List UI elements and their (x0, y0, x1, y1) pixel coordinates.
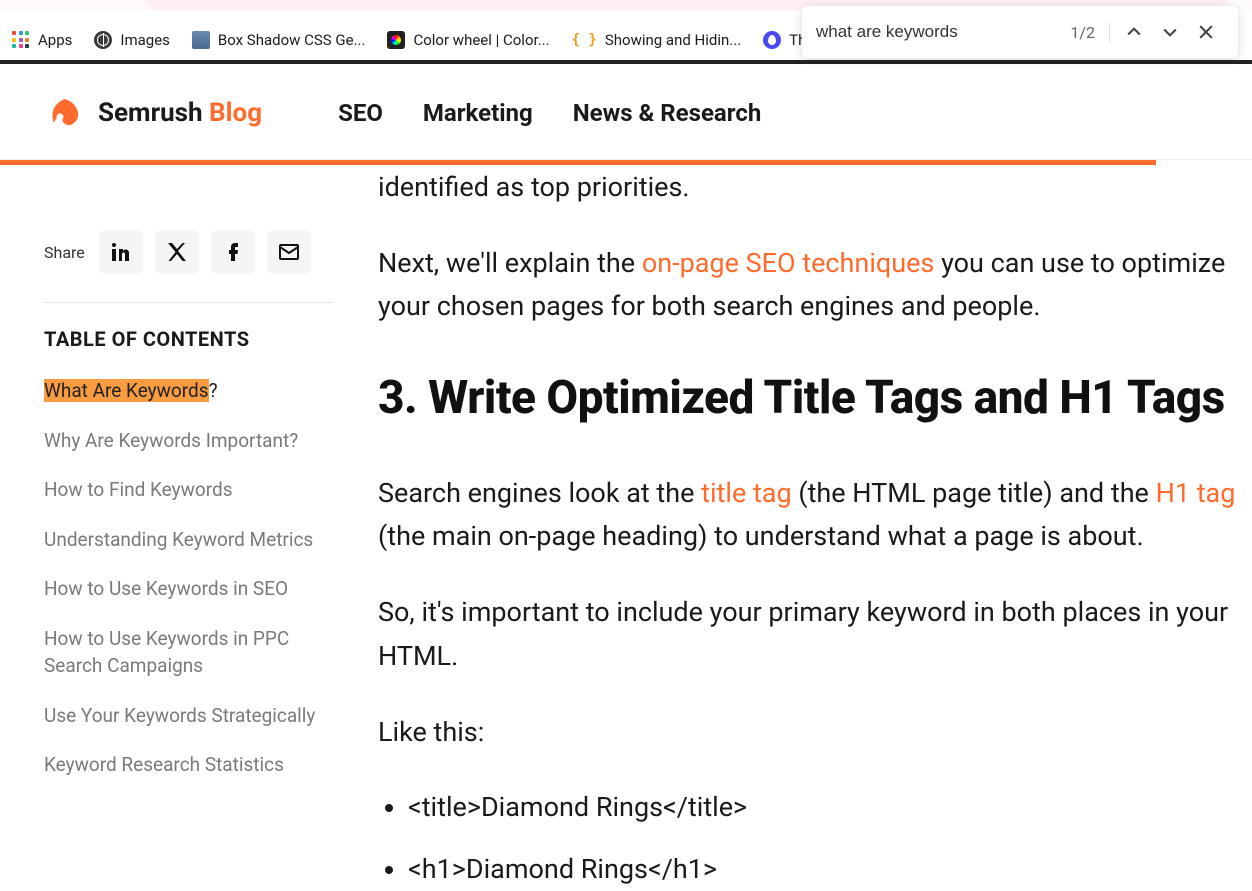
bookmark-showing-label: Showing and Hidin... (605, 31, 741, 49)
find-count: 1/2 (1070, 23, 1110, 42)
share-facebook-button[interactable] (211, 230, 255, 274)
toc-title: TABLE OF CONTENTS (44, 327, 334, 351)
color-wheel-icon (387, 31, 405, 49)
article-paragraph-fragment: identified as top priorities. (378, 166, 1252, 210)
toc-item-use-strategically[interactable]: Use Your Keywords Strategically (44, 702, 334, 730)
find-close-button[interactable] (1188, 16, 1224, 48)
site-header: Semrush Blog SEO Marketing News & Resear… (0, 66, 1252, 160)
article-text: (the main on-page heading) to understand… (378, 520, 1144, 552)
share-linkedin-button[interactable] (99, 230, 143, 274)
reading-progress-bar (0, 160, 1156, 165)
bookmark-apps-label: Apps (38, 31, 72, 49)
article-paragraph: Next, we'll explain the on-page SEO tech… (378, 242, 1252, 329)
link-onpage-seo[interactable]: on-page SEO techniques (642, 247, 935, 279)
brand-main: Semrush (98, 98, 209, 128)
site-logo[interactable]: Semrush Blog (44, 95, 262, 131)
toc-item-understanding-metrics[interactable]: Understanding Keyword Metrics (44, 526, 334, 554)
linkedin-icon (109, 240, 133, 264)
article-paragraph: Like this: (378, 711, 1252, 755)
toc-item-how-to-find[interactable]: How to Find Keywords (44, 476, 334, 504)
article-text: Search engines look at the (378, 477, 701, 509)
article-body: identified as top priorities. Next, we'l… (378, 166, 1252, 891)
close-icon (1196, 22, 1216, 42)
article-paragraph: So, it's important to include your prima… (378, 591, 1252, 678)
sidebar-divider (44, 302, 334, 303)
chevron-up-icon (1124, 22, 1144, 42)
x-twitter-icon (165, 240, 189, 264)
page-body: Share TABLE OF CONTENTS What Are Keyword… (0, 166, 1252, 891)
bookmark-colorwheel-label: Color wheel | Color... (413, 31, 549, 49)
article-text: (the HTML page title) and the (792, 477, 1156, 509)
bookmark-colorwheel[interactable]: Color wheel | Color... (387, 31, 549, 49)
article-text: Next, we'll explain the (378, 247, 642, 279)
nav-news[interactable]: News & Research (573, 99, 762, 127)
article-paragraph: Search engines look at the title tag (th… (378, 472, 1252, 559)
mail-icon (277, 240, 301, 264)
bookmark-images-label: Images (120, 31, 170, 49)
share-x-button[interactable] (155, 230, 199, 274)
water-drop-icon (763, 31, 781, 49)
toc-item-research-statistics[interactable]: Keyword Research Statistics (44, 751, 334, 779)
article-heading-h2: 3. Write Optimized Title Tags and H1 Tag… (378, 361, 1252, 436)
site-logo-text: Semrush Blog (98, 98, 262, 128)
nav-seo[interactable]: SEO (338, 99, 383, 127)
bookmark-boxshadow[interactable]: Box Shadow CSS Ge... (192, 31, 366, 49)
semrush-flame-icon (44, 95, 86, 131)
nav-marketing[interactable]: Marketing (423, 99, 533, 127)
apps-grid-icon (12, 31, 30, 49)
toc-item-label-highlight: What Are Keywords (44, 379, 209, 402)
toc-item-use-in-seo[interactable]: How to Use Keywords in SEO (44, 575, 334, 603)
brand-blog: Blog (209, 98, 262, 128)
sidebar: Share TABLE OF CONTENTS What Are Keyword… (44, 230, 334, 779)
list-item: <h1>Diamond Rings</h1> (408, 848, 1252, 891)
bookmark-showing[interactable]: { } Showing and Hidin... (572, 31, 742, 49)
toc-item-use-in-ppc[interactable]: How to Use Keywords in PPC Search Campai… (44, 625, 334, 680)
globe-icon (94, 31, 112, 49)
toc-item-what-are-keywords[interactable]: What Are Keywords? (44, 377, 334, 405)
toc-item-label-tail: ? (209, 379, 218, 402)
article-code-list: <title>Diamond Rings</title> <h1>Diamond… (378, 786, 1252, 891)
find-next-button[interactable] (1152, 16, 1188, 48)
find-in-page-bar: 1/2 (802, 6, 1238, 58)
main-nav: SEO Marketing News & Research (338, 99, 761, 127)
find-input[interactable] (816, 22, 1070, 42)
site-favicon-icon (192, 31, 210, 49)
facebook-icon (221, 240, 245, 264)
curly-braces-icon: { } (572, 32, 597, 48)
toc-item-why-important[interactable]: Why Are Keywords Important? (44, 427, 334, 455)
page-top-border (0, 60, 1252, 64)
link-title-tag[interactable]: title tag (701, 477, 792, 509)
link-h1-tag[interactable]: H1 tag (1156, 477, 1236, 509)
share-label: Share (44, 243, 85, 262)
list-item: <title>Diamond Rings</title> (408, 786, 1252, 830)
bookmark-boxshadow-label: Box Shadow CSS Ge... (218, 31, 366, 49)
share-row: Share (44, 230, 334, 274)
chevron-down-icon (1160, 22, 1180, 42)
share-email-button[interactable] (267, 230, 311, 274)
toc-list: What Are Keywords? Why Are Keywords Impo… (44, 377, 334, 779)
bookmark-apps[interactable]: Apps (12, 31, 72, 49)
bookmark-images[interactable]: Images (94, 31, 170, 49)
find-prev-button[interactable] (1116, 16, 1152, 48)
